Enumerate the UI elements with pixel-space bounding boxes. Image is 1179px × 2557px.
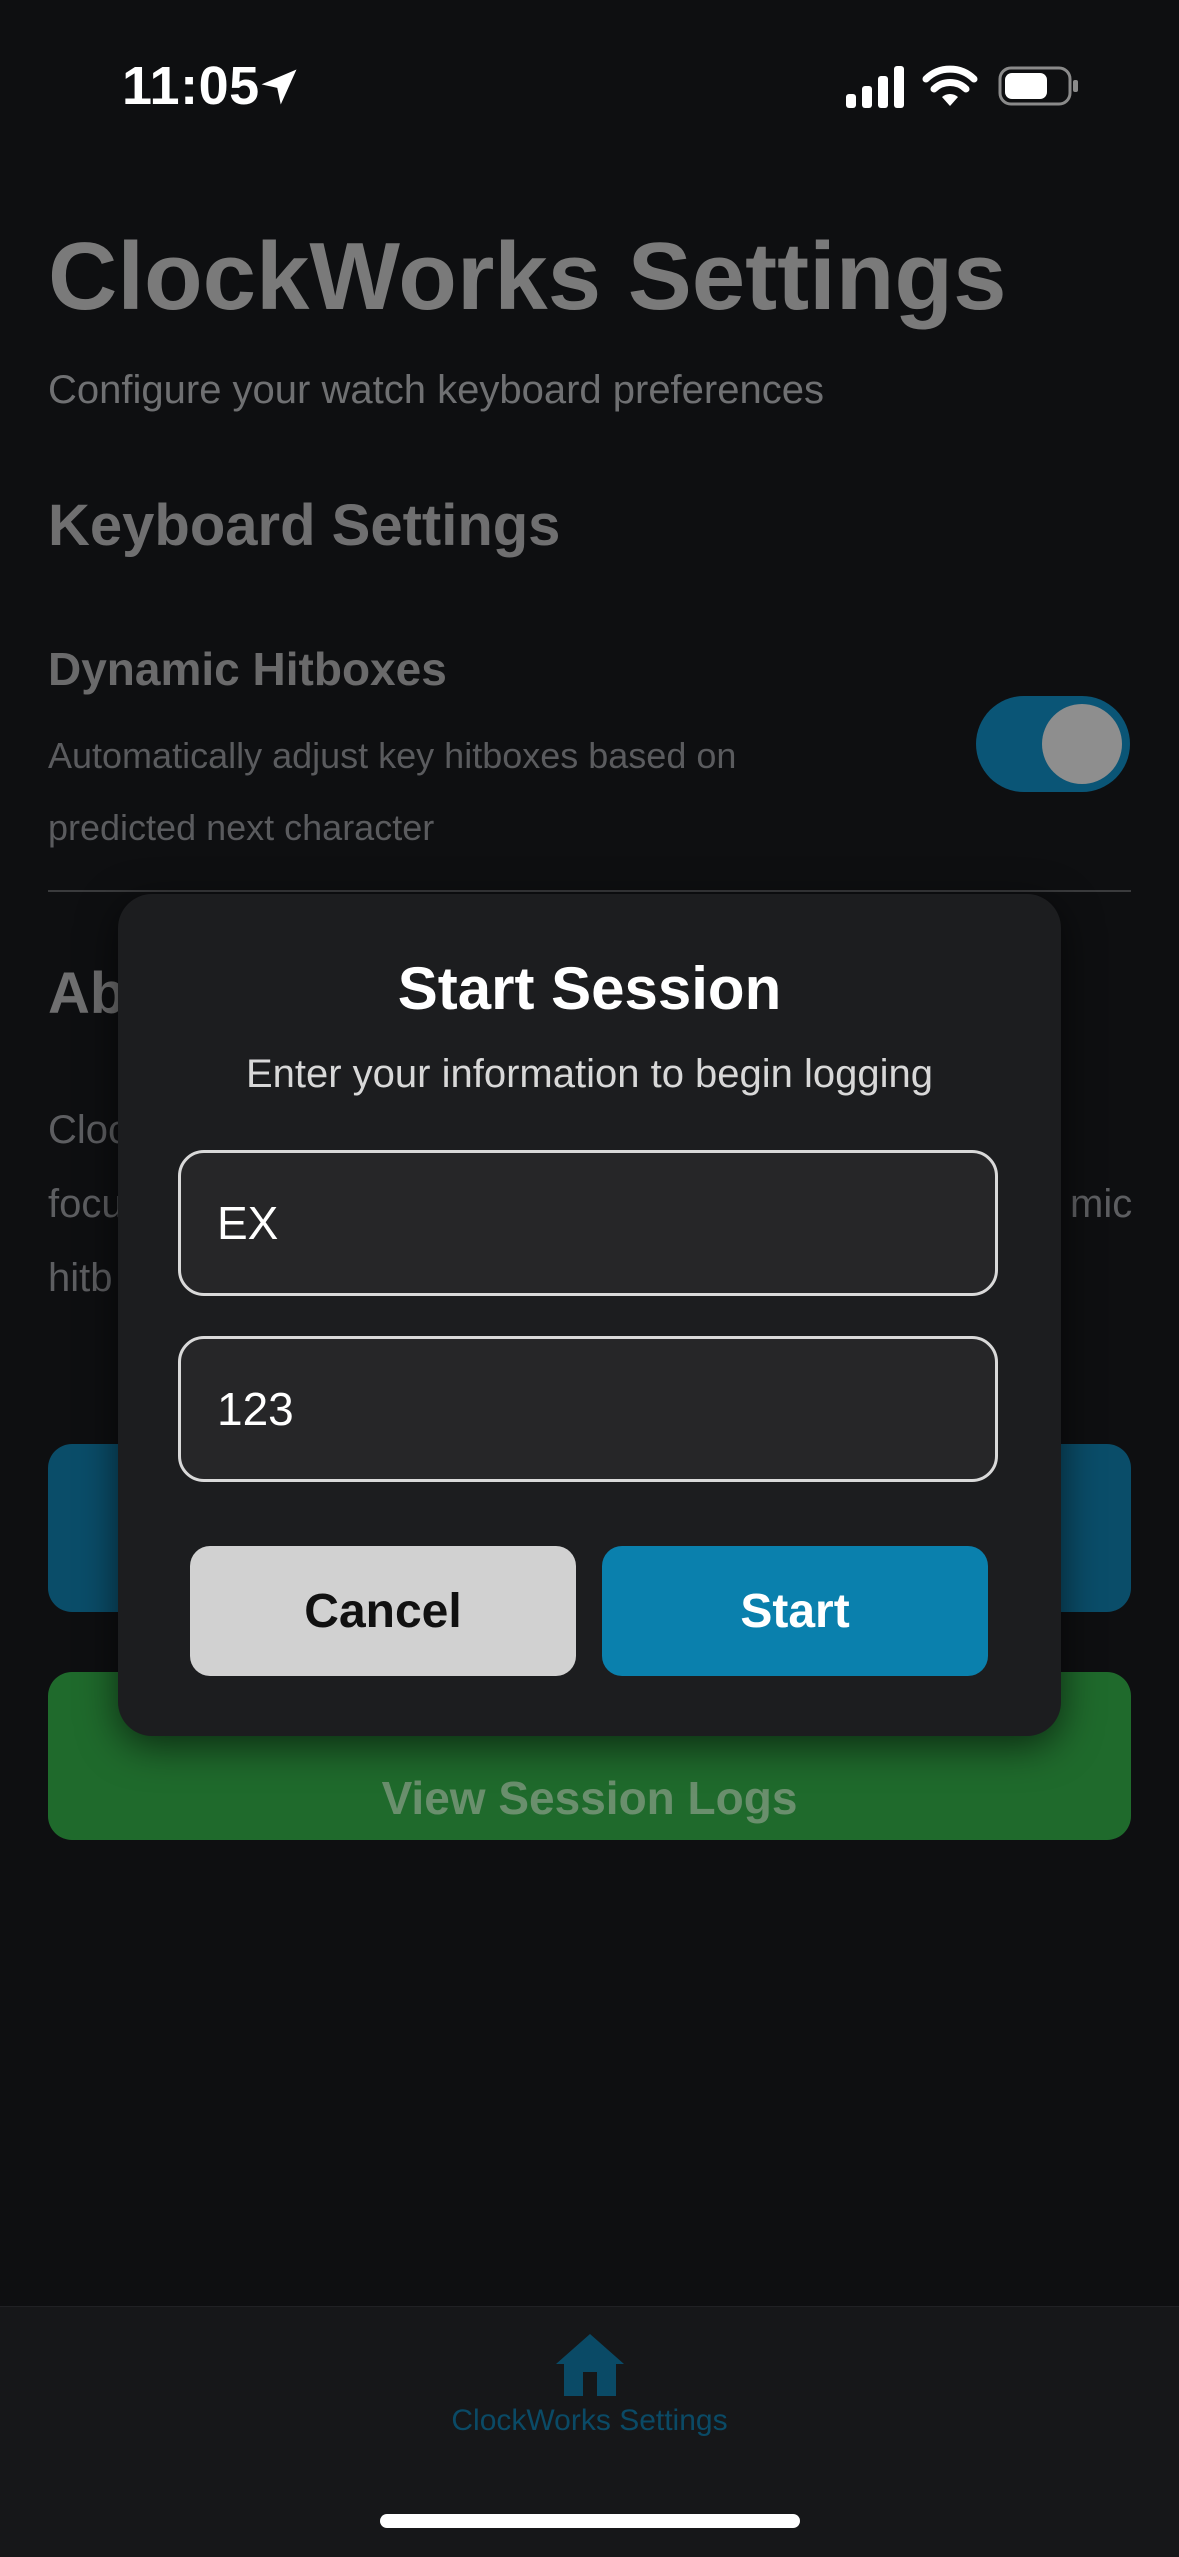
dynamic-hitboxes-title: Dynamic Hitboxes	[48, 643, 447, 695]
wifi-icon	[922, 65, 978, 106]
about-text-line-3: hitb	[48, 1256, 113, 1300]
about-text-line-2: focu	[48, 1182, 124, 1226]
home-indicator[interactable]	[380, 2514, 800, 2528]
view-session-logs-label: View Session Logs	[381, 1772, 798, 1824]
start-button[interactable]: Start	[602, 1546, 988, 1676]
start-session-dialog: Start Session Enter your information to …	[118, 894, 1061, 1736]
battery-icon	[998, 66, 1078, 106]
cellular-signal-icon	[846, 66, 904, 108]
tab-clockworks-settings[interactable]: ClockWorks Settings	[0, 2404, 1179, 2438]
id-input[interactable]	[178, 1336, 998, 1482]
page-subtitle: Configure your watch keyboard preference…	[48, 368, 824, 412]
about-heading: Ab	[48, 961, 126, 1026]
toggle-knob	[1042, 704, 1122, 784]
location-arrow-icon	[261, 69, 297, 105]
dynamic-hitboxes-description: Automatically adjust key hitboxes based …	[48, 735, 737, 848]
status-time: 11:05	[122, 56, 260, 116]
dialog-title: Start Session	[397, 955, 782, 1022]
keyboard-settings-heading: Keyboard Settings	[48, 493, 561, 558]
dialog-subtitle: Enter your information to begin logging	[245, 1052, 934, 1096]
about-text-line-2-end: mic	[1070, 1182, 1133, 1226]
home-icon[interactable]	[554, 2332, 626, 2398]
cancel-button[interactable]: Cancel	[190, 1546, 576, 1676]
section-divider	[48, 890, 1131, 892]
about-text-line-1: Cloc	[48, 1108, 129, 1152]
page-title: ClockWorks Settings	[48, 223, 1007, 330]
name-input[interactable]	[178, 1150, 998, 1296]
dynamic-hitboxes-toggle[interactable]	[976, 696, 1130, 792]
